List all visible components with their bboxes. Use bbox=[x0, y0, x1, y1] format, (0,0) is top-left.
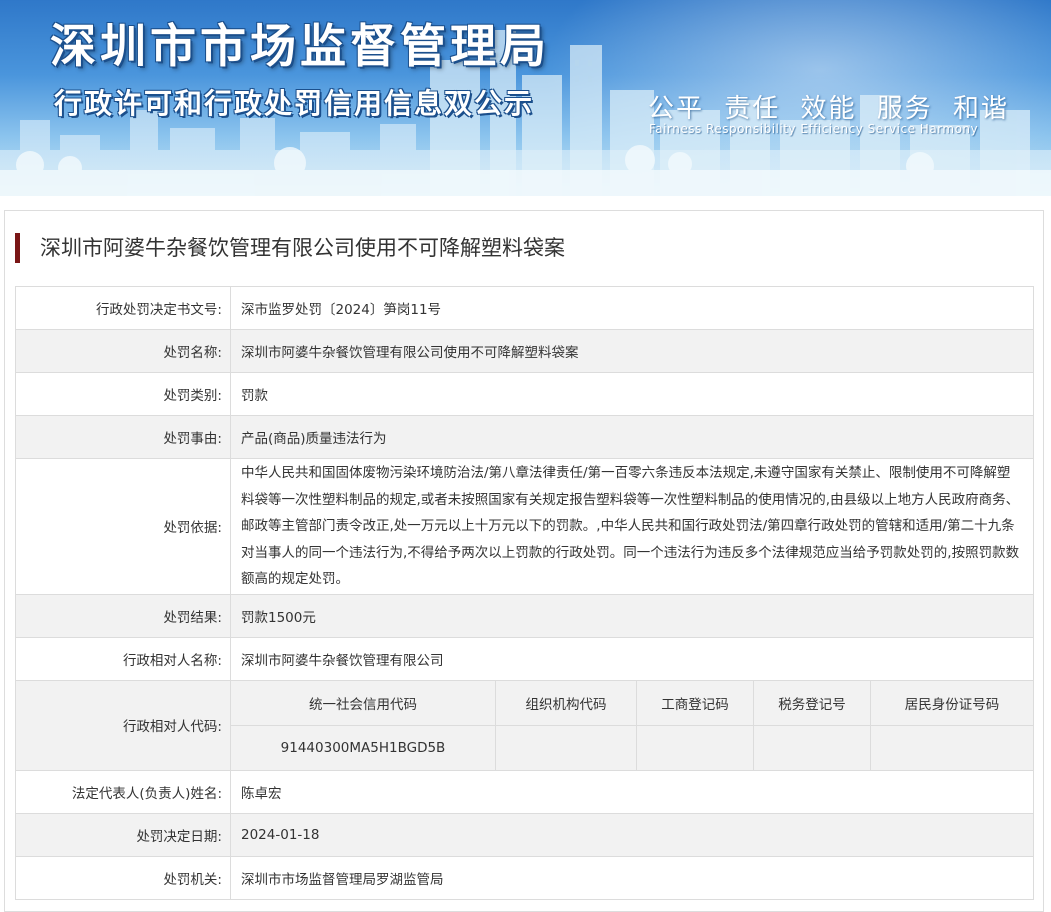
decision-date-label: 处罚决定日期: bbox=[15, 812, 231, 857]
org-code-header: 组织机构代码 bbox=[495, 680, 637, 726]
penalty-basis-value: 中华人民共和国固体废物污染环境防治法/第八章法律责任/第一百零六条违反本法规定,… bbox=[230, 458, 1034, 595]
penalty-name-label: 处罚名称: bbox=[15, 329, 231, 373]
header-banner: 深圳市市场监督管理局 行政许可和行政处罚信用信息双公示 公平 责任 效能 服务 … bbox=[0, 0, 1051, 196]
credit-code-value: 91440300MA5H1BGD5B bbox=[231, 725, 496, 770]
penalty-category-value: 罚款 bbox=[230, 372, 1034, 416]
party-code-table: 统一社会信用代码 组织机构代码 工商登记码 税务登记号 居民身份证号码 9144… bbox=[231, 680, 1033, 770]
id-card-header: 居民身份证号码 bbox=[870, 680, 1033, 726]
penalty-result-label: 处罚结果: bbox=[15, 593, 231, 638]
banner-slogan-en: Fairness Responsibility Efficiency Servi… bbox=[649, 122, 979, 136]
table-row: 行政相对人名称: 深圳市阿婆牛杂餐饮管理有限公司 bbox=[15, 636, 1034, 681]
penalty-category-label: 处罚类别: bbox=[15, 372, 231, 416]
biz-reg-header: 工商登记码 bbox=[636, 680, 754, 726]
biz-reg-value bbox=[636, 725, 754, 770]
party-name-value: 深圳市阿婆牛杂餐饮管理有限公司 bbox=[230, 636, 1034, 681]
table-row: 处罚结果: 罚款1500元 bbox=[15, 593, 1034, 638]
penalty-cause-value: 产品(商品)质量违法行为 bbox=[230, 415, 1034, 459]
penalty-info-table: 行政处罚决定书文号: 深市监罗处罚〔2024〕笋岗11号 处罚名称: 深圳市阿婆… bbox=[15, 286, 1034, 900]
party-code-cell: 统一社会信用代码 组织机构代码 工商登记码 税务登记号 居民身份证号码 9144… bbox=[230, 679, 1034, 771]
table-row: 处罚名称: 深圳市阿婆牛杂餐饮管理有限公司使用不可降解塑料袋案 bbox=[15, 329, 1034, 373]
authority-value: 深圳市市场监督管理局罗湖监管局 bbox=[230, 855, 1034, 900]
id-card-value bbox=[870, 725, 1033, 770]
party-name-label: 行政相对人名称: bbox=[15, 636, 231, 681]
decision-date-value: 2024-01-18 bbox=[230, 812, 1034, 857]
party-code-label: 行政相对人代码: bbox=[15, 679, 231, 771]
case-title: 深圳市阿婆牛杂餐饮管理有限公司使用不可降解塑料袋案 bbox=[15, 233, 565, 263]
table-row: 法定代表人(负责人)姓名: 陈卓宏 bbox=[15, 769, 1034, 814]
penalty-basis-label: 处罚依据: bbox=[15, 458, 231, 595]
penalty-result-value: 罚款1500元 bbox=[230, 593, 1034, 638]
penalty-name-value: 深圳市阿婆牛杂餐饮管理有限公司使用不可降解塑料袋案 bbox=[230, 329, 1034, 373]
banner-title: 深圳市市场监督管理局 bbox=[50, 19, 550, 73]
table-row: 处罚机关: 深圳市市场监督管理局罗湖监管局 bbox=[15, 855, 1034, 900]
table-row: 处罚决定日期: 2024-01-18 bbox=[15, 812, 1034, 857]
code-value-row: 91440300MA5H1BGD5B bbox=[231, 725, 1033, 770]
tax-reg-header: 税务登记号 bbox=[753, 680, 871, 726]
table-row: 处罚类别: 罚款 bbox=[15, 372, 1034, 416]
org-code-value bbox=[495, 725, 637, 770]
penalty-cause-label: 处罚事由: bbox=[15, 415, 231, 459]
tax-reg-value bbox=[753, 725, 871, 770]
authority-label: 处罚机关: bbox=[15, 855, 231, 900]
table-row: 处罚事由: 产品(商品)质量违法行为 bbox=[15, 415, 1034, 459]
banner-slogan-cn: 公平 责任 效能 服务 和谐 bbox=[648, 94, 1010, 124]
banner-subtitle: 行政许可和行政处罚信用信息双公示 bbox=[54, 87, 535, 120]
case-detail-card: 深圳市阿婆牛杂餐饮管理有限公司使用不可降解塑料袋案 行政处罚决定书文号: 深市监… bbox=[4, 210, 1044, 912]
table-row: 行政处罚决定书文号: 深市监罗处罚〔2024〕笋岗11号 bbox=[15, 286, 1034, 330]
legal-rep-label: 法定代表人(负责人)姓名: bbox=[15, 769, 231, 814]
credit-code-header: 统一社会信用代码 bbox=[231, 680, 496, 726]
code-header-row: 统一社会信用代码 组织机构代码 工商登记码 税务登记号 居民身份证号码 bbox=[231, 680, 1033, 726]
doc-no-value: 深市监罗处罚〔2024〕笋岗11号 bbox=[230, 286, 1034, 330]
table-row: 行政相对人代码: 统一社会信用代码 组织机构代码 工商登记码 税务登记号 居民身… bbox=[15, 679, 1034, 771]
doc-no-label: 行政处罚决定书文号: bbox=[15, 286, 231, 330]
legal-rep-value: 陈卓宏 bbox=[230, 769, 1034, 814]
table-row: 处罚依据: 中华人民共和国固体废物污染环境防治法/第八章法律责任/第一百零六条违… bbox=[15, 458, 1034, 595]
